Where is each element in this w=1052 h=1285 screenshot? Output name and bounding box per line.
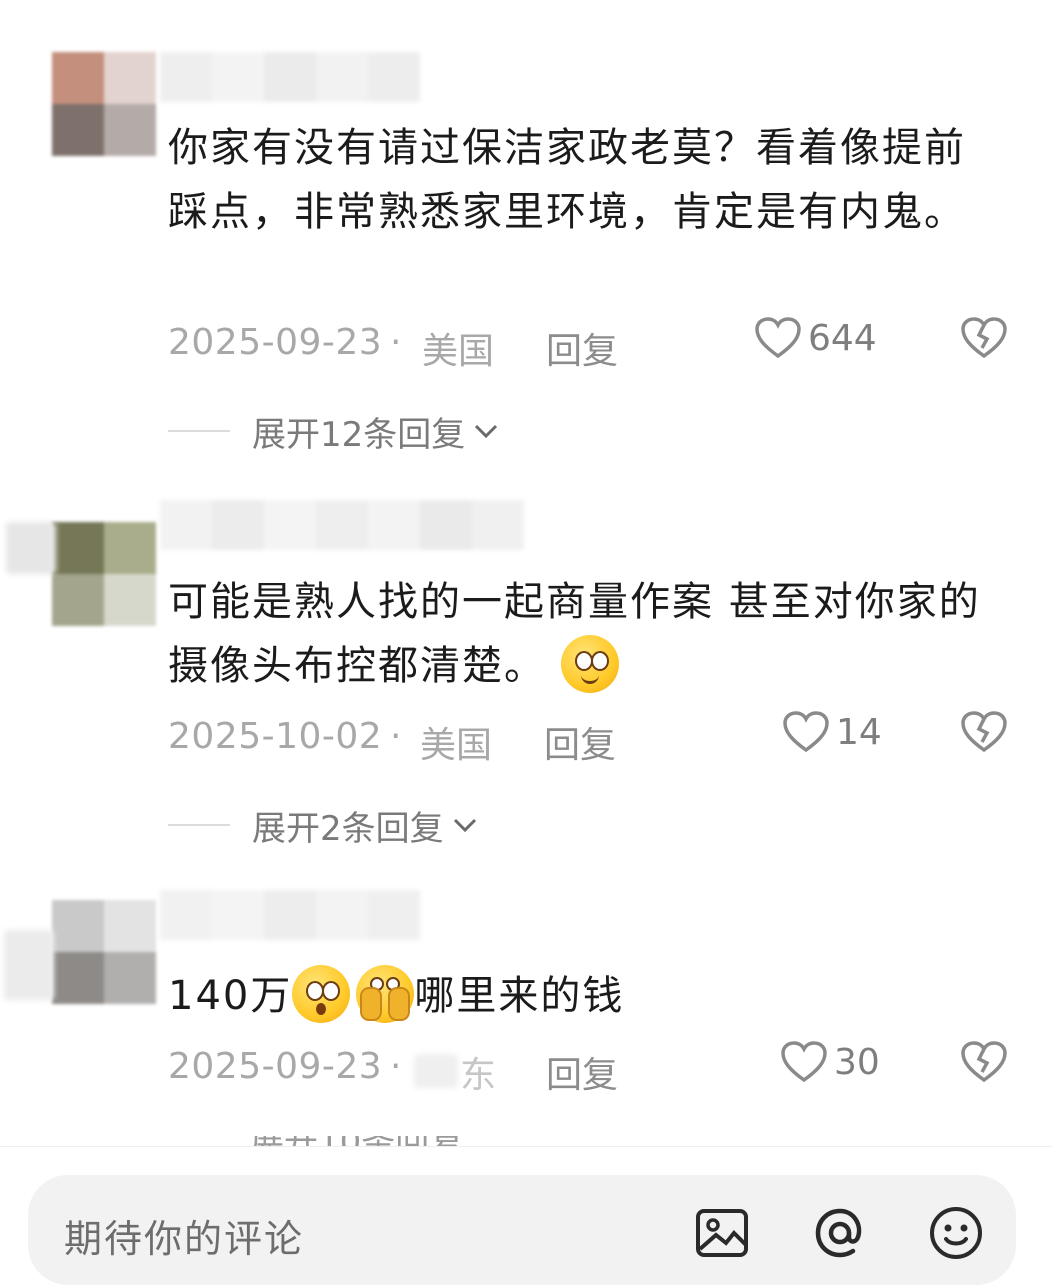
username-redacted bbox=[160, 52, 420, 102]
image-icon[interactable] bbox=[692, 1203, 752, 1263]
comment-location: 美国 bbox=[422, 331, 495, 372]
broken-heart-icon bbox=[961, 317, 1007, 359]
comment-input-bar: 期待你的评论 bbox=[0, 1146, 1052, 1285]
smiling-emoji-icon bbox=[560, 635, 619, 693]
reply-button[interactable]: 回复 bbox=[546, 1046, 618, 1098]
comment-date: 2025-10-02 bbox=[168, 716, 383, 757]
like-button[interactable]: 30 bbox=[780, 1040, 880, 1084]
username-redacted bbox=[160, 890, 420, 940]
avatar-blur-left bbox=[4, 930, 54, 1000]
comment-text-prefix: 140万 bbox=[168, 973, 293, 1019]
divider-line bbox=[168, 430, 230, 432]
comment-date: 2025-09-23 bbox=[168, 322, 383, 363]
comment-item: 你家有没有请过保洁家政老莫？看着像提前踩点，非常熟悉家里环境，肯定是有内鬼。 2… bbox=[0, 0, 1052, 470]
avatar[interactable] bbox=[52, 522, 156, 626]
chevron-down-icon bbox=[453, 818, 476, 833]
comment-location: 美国 bbox=[420, 725, 493, 766]
heart-outline-icon bbox=[781, 1041, 827, 1083]
location-redacted bbox=[414, 1054, 458, 1088]
comment-meta: 2025-09-23 · 东 回复 30 bbox=[168, 1040, 1008, 1100]
comment-meta: 2025-10-02 · 美国 回复 14 bbox=[168, 710, 1008, 770]
comment-location: 东 bbox=[460, 1055, 497, 1096]
avatar[interactable] bbox=[52, 52, 156, 156]
comment-input-placeholder: 期待你的评论 bbox=[64, 1217, 305, 1261]
like-button[interactable]: 644 bbox=[754, 316, 877, 360]
expand-label: 展开12条回复 bbox=[252, 414, 466, 455]
broken-heart-icon bbox=[961, 1041, 1007, 1083]
comment-item: 可能是熟人找的一起商量作案 甚至对你家的摄像头布控都清楚。 2025-10-02… bbox=[0, 470, 1052, 870]
at-icon[interactable] bbox=[810, 1203, 870, 1263]
surprised-emoji-icon bbox=[292, 965, 351, 1023]
like-count: 644 bbox=[808, 317, 877, 359]
dislike-button[interactable] bbox=[960, 316, 1008, 369]
reply-button[interactable]: 回复 bbox=[546, 322, 618, 374]
username-redacted bbox=[160, 500, 524, 550]
avatar[interactable] bbox=[52, 900, 156, 1004]
comment-date: 2025-09-23 bbox=[168, 1046, 383, 1087]
comment-text: 140万 哪里来的钱 bbox=[168, 964, 988, 1028]
like-count: 30 bbox=[834, 1041, 880, 1083]
like-button[interactable]: 14 bbox=[782, 710, 882, 754]
comment-text: 可能是熟人找的一起商量作案 甚至对你家的摄像头布控都清楚。 bbox=[168, 570, 988, 698]
broken-heart-icon bbox=[961, 711, 1007, 753]
avatar-blur-left bbox=[6, 522, 56, 574]
dislike-button[interactable] bbox=[960, 710, 1008, 763]
like-count: 14 bbox=[836, 711, 882, 753]
comment-input[interactable]: 期待你的评论 bbox=[28, 1175, 1016, 1285]
reply-button[interactable]: 回复 bbox=[544, 716, 616, 768]
dislike-button[interactable] bbox=[960, 1040, 1008, 1093]
expand-label: 展开2条回复 bbox=[252, 808, 444, 849]
comment-item: 140万 哪里来的钱 2025-09-23 · 东 回复 30 bbox=[0, 870, 1052, 1146]
heart-outline-icon bbox=[783, 711, 829, 753]
face-with-hands-emoji-icon bbox=[356, 965, 415, 1023]
comment-meta: 2025-09-23 · 美国 回复 644 bbox=[168, 316, 1008, 376]
meta-separator: · bbox=[390, 1046, 402, 1087]
heart-outline-icon bbox=[755, 317, 801, 359]
meta-separator: · bbox=[390, 716, 402, 757]
smiley-icon[interactable] bbox=[926, 1203, 986, 1263]
comment-text: 你家有没有请过保洁家政老莫？看着像提前踩点，非常熟悉家里环境，肯定是有内鬼。 bbox=[168, 125, 966, 235]
chevron-down-icon bbox=[475, 424, 498, 439]
expand-replies-button[interactable]: 展开2条回复 bbox=[168, 800, 478, 850]
divider-line bbox=[168, 824, 230, 826]
expand-replies-button[interactable]: 展开12条回复 bbox=[168, 406, 499, 456]
meta-separator: · bbox=[390, 322, 402, 363]
comment-text-suffix: 哪里来的钱 bbox=[414, 973, 625, 1019]
